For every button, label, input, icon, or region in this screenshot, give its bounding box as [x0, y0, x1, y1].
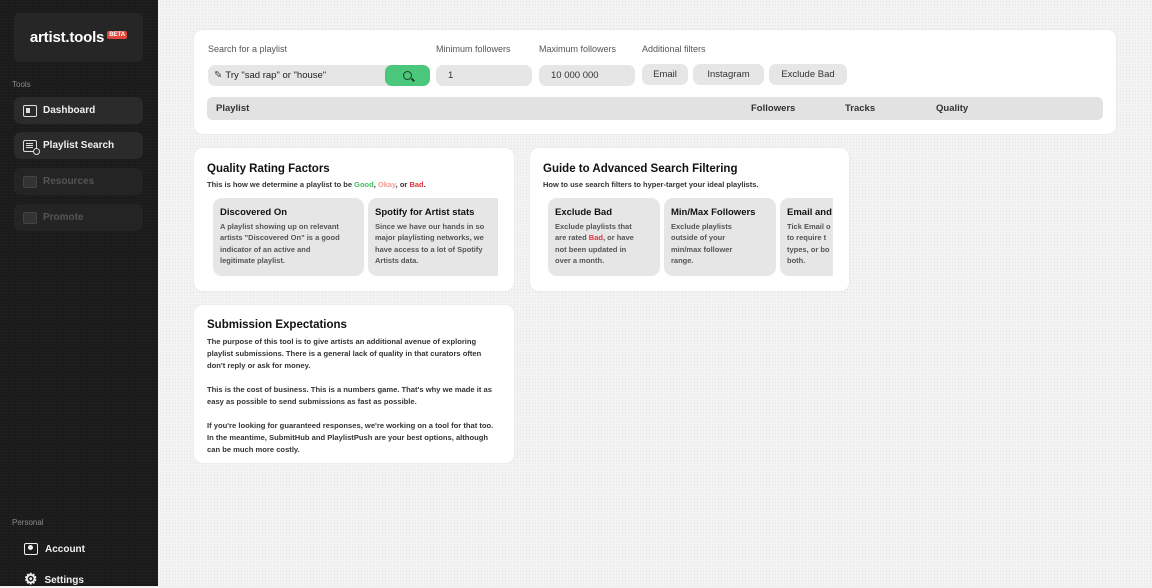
min-followers-label: Minimum followers — [436, 44, 511, 54]
results-table-header: Playlist Followers Tracks Quality — [207, 97, 1103, 120]
card-subtitle: How to use search filters to hyper-targe… — [543, 180, 759, 189]
guide-carousel[interactable]: Exclude Bad Exclude playlists that are r… — [548, 198, 833, 276]
beta-badge: BETA — [107, 30, 128, 39]
additional-filters-label: Additional filters — [642, 44, 706, 54]
sidebar-item-playlist-search[interactable]: Playlist Search — [14, 132, 143, 159]
personal-section-label: Personal — [12, 518, 44, 527]
submission-expectations-card: Submission Expectations The purpose of t… — [194, 305, 514, 463]
sidebar-item-label: Settings — [44, 574, 84, 586]
sidebar-item-resources[interactable]: Resources — [14, 168, 143, 195]
subtitle-end: . — [423, 180, 426, 189]
submission-paragraph: If you're looking for guaranteed respons… — [207, 421, 494, 454]
factor-title: Spotify for Artist stats — [375, 207, 475, 218]
search-card: Search for a playlist ✎ Try "sad rap" or… — [194, 30, 1116, 134]
factor-title: Discovered On — [220, 207, 288, 218]
good-label: Good — [354, 180, 374, 189]
sidebar-item-promote[interactable]: Promote — [14, 204, 143, 231]
guide-text: Exclude playlists that are rated Bad, or… — [555, 221, 653, 266]
sidebar-item-label: Promote — [43, 212, 84, 223]
filter-email[interactable]: Email — [642, 64, 688, 85]
column-followers[interactable]: Followers — [751, 103, 795, 114]
gear-icon: ⚙ — [24, 571, 38, 588]
logo[interactable]: artist.tools BETA — [14, 13, 143, 62]
bad-label: Bad — [409, 180, 424, 189]
guide-card-min-max: Min/Max Followers Exclude playlists outs… — [664, 198, 776, 276]
sidebar-item-account[interactable]: Account — [24, 543, 85, 555]
column-quality[interactable]: Quality — [936, 103, 968, 114]
tools-section-label: Tools — [12, 80, 31, 89]
factor-card-discovered-on: Discovered On A playlist showing up on r… — [213, 198, 364, 276]
sidebar-item-settings[interactable]: ⚙ Settings — [24, 571, 84, 588]
filter-instagram[interactable]: Instagram — [693, 64, 764, 85]
min-followers-value: 1 — [448, 70, 454, 81]
card-title: Submission Expectations — [207, 319, 347, 331]
factor-card-spotify-stats: Spotify for Artist stats Since we have o… — [368, 198, 498, 276]
card-title: Quality Rating Factors — [207, 163, 330, 175]
subtitle-separator: , or — [395, 180, 410, 189]
search-button[interactable] — [385, 65, 430, 86]
sidebar: artist.tools BETA Tools Dashboard Playli… — [0, 0, 158, 588]
magic-wand-icon: ✎ — [214, 70, 223, 81]
column-playlist[interactable]: Playlist — [216, 103, 249, 114]
card-title: Guide to Advanced Search Filtering — [543, 163, 738, 175]
submission-paragraph: The purpose of this tool is to give arti… — [207, 337, 482, 370]
guide-card-email-and: Email and Tick Email o to require t type… — [780, 198, 833, 276]
column-tracks[interactable]: Tracks — [845, 103, 875, 114]
subtitle-text: This is how we determine a playlist to b… — [207, 180, 355, 189]
playlist-search-icon — [23, 139, 40, 155]
bad-label: Bad — [588, 233, 603, 243]
guide-card-exclude-bad: Exclude Bad Exclude playlists that are r… — [548, 198, 660, 276]
logo-text: artist.tools — [29, 29, 105, 46]
submission-body: The purpose of this tool is to give arti… — [207, 336, 497, 468]
factor-text: Since we have our hands in so major play… — [375, 222, 485, 265]
submission-paragraph: This is the cost of business. This is a … — [207, 385, 492, 406]
guide-title: Exclude Bad — [555, 207, 613, 218]
min-followers-input[interactable]: 1 — [436, 65, 532, 86]
filter-exclude-bad[interactable]: Exclude Bad — [769, 64, 847, 85]
sidebar-item-label: Playlist Search — [43, 140, 115, 151]
account-icon — [24, 543, 38, 555]
guide-title: Min/Max Followers — [671, 207, 756, 218]
sidebar-item-label: Dashboard — [43, 105, 96, 116]
search-icon — [403, 71, 412, 80]
guide-text: Tick Email o to require t types, or bo b… — [787, 222, 831, 265]
max-followers-label: Maximum followers — [539, 44, 617, 54]
quality-factors-card: Quality Rating Factors This is how we de… — [194, 148, 514, 291]
dashboard-icon — [23, 104, 37, 117]
guide-text: Exclude playlists outside of your min/ma… — [671, 222, 733, 265]
search-placeholder: Try "sad rap" or "house" — [225, 70, 327, 81]
search-guide-card: Guide to Advanced Search Filtering How t… — [530, 148, 849, 291]
max-followers-value: 10 000 000 — [551, 70, 599, 81]
sidebar-item-label: Account — [45, 543, 85, 555]
search-label: Search for a playlist — [208, 44, 288, 54]
sidebar-item-dashboard[interactable]: Dashboard — [14, 97, 143, 124]
guide-title: Email and — [787, 207, 832, 218]
card-subtitle: This is how we determine a playlist to b… — [207, 180, 426, 189]
max-followers-input[interactable]: 10 000 000 — [539, 65, 635, 86]
resources-icon — [23, 175, 37, 188]
okay-label: Okay — [377, 180, 396, 189]
sidebar-item-label: Resources — [43, 176, 95, 187]
promote-icon — [23, 211, 37, 224]
factor-carousel[interactable]: Discovered On A playlist showing up on r… — [213, 198, 498, 276]
factor-text: A playlist showing up on relevant artist… — [220, 222, 340, 265]
